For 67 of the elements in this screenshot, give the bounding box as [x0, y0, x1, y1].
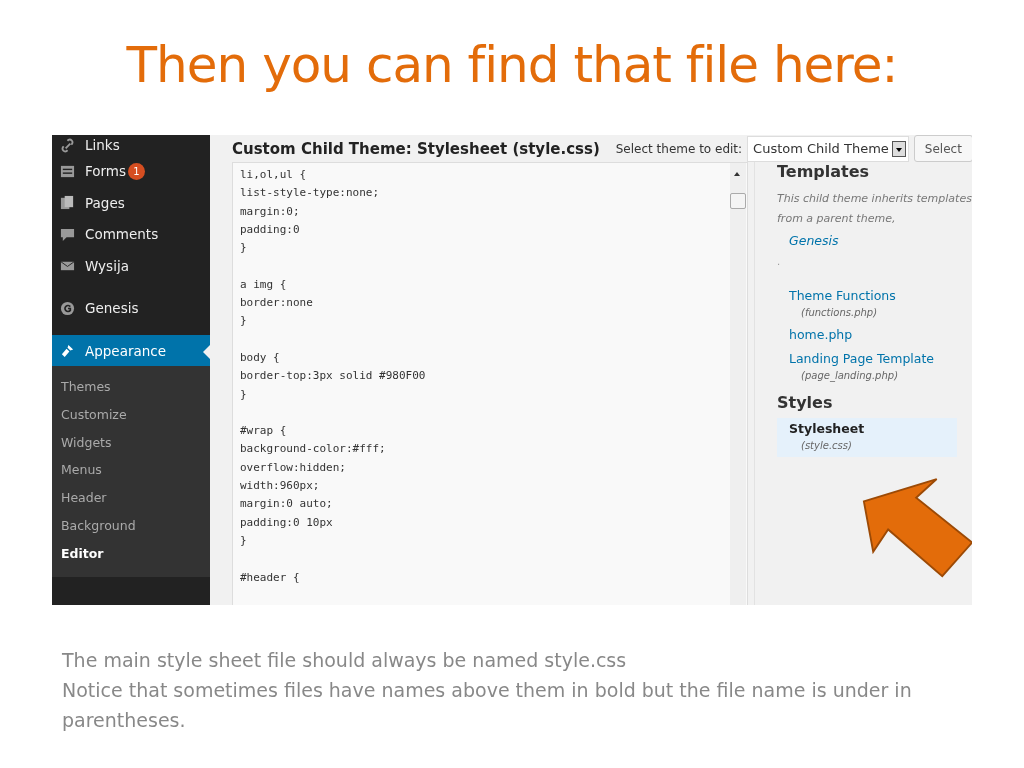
file-path: (functions.php) [801, 307, 878, 318]
code-line: #header { [240, 569, 300, 586]
code-line: li,ol,ul { [240, 167, 307, 183]
code-line: margin:0; [240, 203, 300, 220]
code-line: width:960px; [240, 478, 320, 495]
theme-dropdown[interactable]: Custom Child Theme [747, 135, 909, 162]
menu-item[interactable]: Pages [52, 186, 210, 219]
file-item[interactable]: Theme Functions (functions.php) [777, 285, 957, 324]
templates-heading: Templates [777, 162, 870, 181]
file-path: (page_landing.php) [801, 370, 899, 381]
code-line: body { [240, 349, 280, 366]
menu-item[interactable]: Forms 1 [52, 155, 210, 187]
inherit-note: This child theme inherits templates from a parent theme, [777, 191, 972, 227]
submenu-item[interactable]: Editor [52, 540, 210, 569]
code-line: #wrap { [240, 423, 287, 440]
menu-item[interactable]: Comments [52, 218, 210, 250]
file-name: Stylesheet [789, 421, 865, 436]
file-item[interactable]: home.php [777, 324, 957, 348]
code-line: } [240, 532, 247, 549]
g-circle-icon [60, 300, 75, 316]
code-line: margin:0 auto; [240, 496, 333, 513]
scroll-up-icon [734, 172, 740, 176]
code-line: background-color:#fff; [240, 441, 386, 458]
file-name: Theme Functions [789, 288, 896, 303]
form-icon [60, 163, 75, 179]
file-item[interactable]: Stylesheet (style.css) [777, 418, 957, 457]
parent-theme-link[interactable]: Genesis [789, 233, 839, 248]
file-name: Landing Page Template [789, 351, 935, 366]
link-icon [60, 137, 75, 153]
menu-item[interactable]: Links [52, 135, 210, 156]
code-line: a img { [240, 276, 287, 293]
select-label: Select theme to edit: [615, 141, 743, 156]
submenu-item[interactable]: Header [52, 485, 210, 513]
code-editor[interactable] [232, 162, 748, 605]
count-badge: 1 [128, 162, 146, 180]
menu-item[interactable]: Genesis [52, 292, 210, 324]
code-line: border:none [240, 295, 313, 312]
caption-text: The main style sheet file should always be named style.css [62, 648, 628, 673]
file-path: (style.css) [801, 440, 852, 451]
caption-text: Notice that sometimes files have names above them in bold but the file name is under in parentheses. [62, 678, 913, 733]
file-name: home.php [789, 327, 853, 342]
pages-icon [60, 195, 75, 211]
code-line: } [240, 386, 247, 403]
code-line: overflow:hidden; [240, 459, 346, 476]
code-line: border-top:3px solid #980F00 [240, 368, 426, 385]
code-line: } [240, 313, 247, 330]
styles-heading: Styles [777, 393, 833, 412]
submenu-item[interactable]: Widgets [52, 429, 210, 458]
code-line: } [240, 240, 247, 257]
dot-text: . [777, 256, 781, 267]
code-line: list-style-type:none; [240, 185, 380, 202]
submenu-item[interactable]: Customize [52, 402, 210, 430]
submenu-item[interactable]: Menus [52, 457, 210, 486]
file-item[interactable]: Landing Page Template (page_landing.php) [777, 348, 957, 387]
code-line: padding:0 10px [240, 514, 333, 531]
scroll-thumb[interactable] [730, 193, 746, 209]
code-line: padding:0 [240, 221, 300, 238]
editor-title: Custom Child Theme: Stylesheet (style.css) [232, 139, 600, 158]
submenu-item[interactable]: Background [52, 512, 210, 541]
scrollbar[interactable] [730, 163, 746, 605]
menu-item[interactable]: Wysija [52, 249, 210, 282]
slide-title: Then you can find that file here: [126, 35, 898, 95]
menu-item[interactable]: Appearance [52, 334, 210, 367]
brush-icon [60, 343, 75, 359]
submenu-item[interactable]: Themes [52, 374, 210, 403]
select-button[interactable]: Select [913, 135, 972, 162]
comment-icon [60, 226, 75, 242]
